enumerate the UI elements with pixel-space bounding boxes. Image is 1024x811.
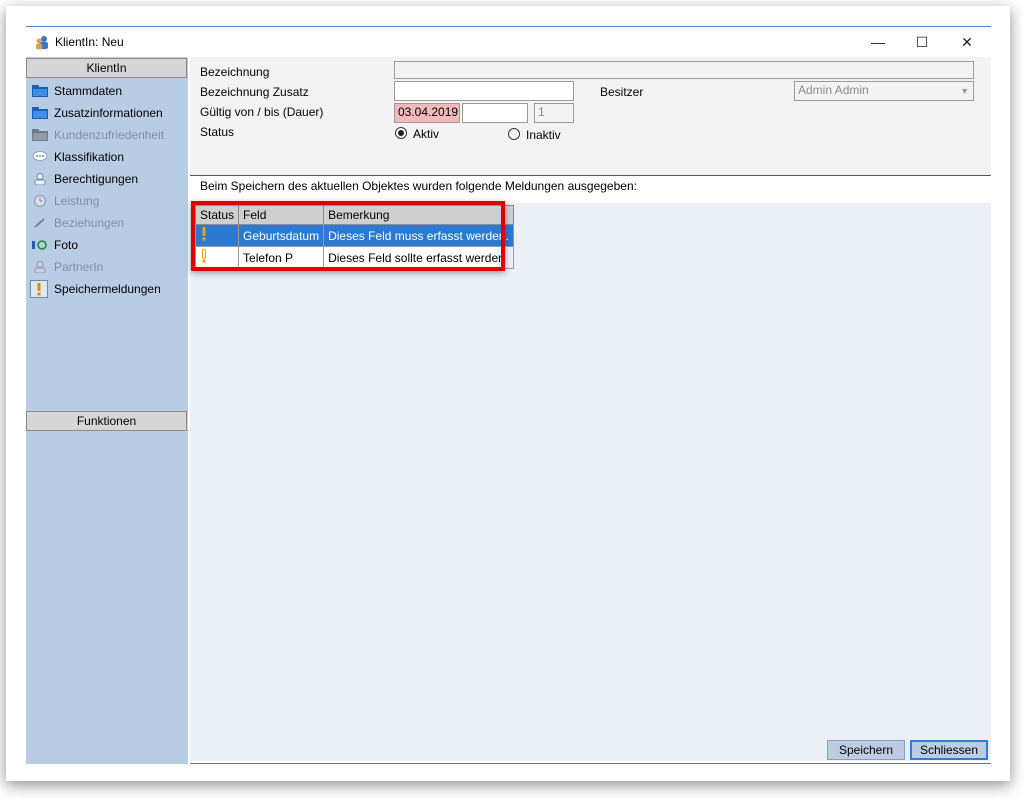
column-header-bemerkung[interactable]: Bemerkung (323, 205, 514, 225)
minimize-button[interactable]: — (864, 32, 892, 52)
sidebar-item-speichermeldungen[interactable]: Speichermeldungen (26, 278, 188, 300)
besitzer-label: Besitzer (600, 85, 644, 99)
radio-selected-dot (398, 130, 404, 136)
divider (190, 175, 991, 176)
besitzer-select[interactable]: Admin Admin ▼ (794, 81, 974, 101)
maximize-button[interactable]: ☐ (908, 32, 936, 52)
sidebar-item-label: Stammdaten (54, 84, 123, 98)
sidebar-item-foto[interactable]: Foto (26, 234, 188, 256)
messages-area: Status Feld Bemerkung Geburtsdatum Diese… (190, 201, 991, 761)
feld-cell: Geburtsdatum (238, 224, 325, 247)
sidebar-item-label: Foto (54, 238, 79, 252)
sidebar-item-stammdaten[interactable]: Stammdaten (26, 80, 188, 102)
sidebar-item-label: Kundenzufriedenheit (54, 128, 165, 142)
sidebar-item-label: Zusatzinformationen (54, 106, 163, 120)
sidebar-item-label: Klassifikation (54, 150, 125, 164)
bezeichnung-field[interactable] (394, 61, 974, 79)
user-icon (34, 261, 46, 273)
feld-cell: Telefon P (238, 246, 325, 269)
chevron-down-icon: ▼ (960, 86, 969, 96)
warning-icon (202, 227, 206, 241)
save-button[interactable]: Speichern (827, 740, 905, 760)
sidebar-item-kundenzufriedenheit[interactable]: Kundenzufriedenheit (26, 124, 188, 146)
table-header-row: Status Feld Bemerkung (194, 205, 514, 225)
table-row[interactable]: Telefon P Dieses Feld sollte erfasst wer… (194, 246, 514, 269)
save-messages-text: Beim Speichern des aktuellen Objektes wu… (200, 179, 637, 193)
camera-icon (32, 240, 47, 250)
bemerkung-cell: Dieses Feld muss erfasst werden. (323, 224, 514, 247)
status-inaktiv-label[interactable]: Inaktiv (526, 128, 561, 142)
close-window-button[interactable]: ✕ (953, 32, 981, 52)
sidebar-item-label: PartnerIn (54, 260, 104, 274)
client-app-icon (36, 36, 48, 50)
speech-bubble-icon (32, 151, 48, 161)
bemerkung-cell: Dieses Feld sollte erfasst werden (323, 246, 514, 269)
folder-icon (32, 107, 48, 119)
sidebar-item-label: Leistung (54, 194, 100, 208)
pencil-icon (34, 218, 45, 228)
sidebar-item-berechtigungen[interactable]: Berechtigungen (26, 168, 188, 190)
sidebar-item-label: Speichermeldungen (54, 282, 161, 296)
sidebar-item-klassifikation[interactable]: Klassifikation (26, 146, 188, 168)
sidebar-section-header-funktionen[interactable]: Funktionen (26, 411, 187, 431)
besitzer-value: Admin Admin (798, 83, 869, 97)
bezeichnung-zusatz-label: Bezeichnung Zusatz (200, 85, 309, 99)
bottom-divider (190, 763, 991, 764)
folder-icon (32, 85, 48, 97)
gueltig-von-field[interactable]: 03.04.2019 (394, 103, 460, 123)
column-header-status[interactable]: Status (194, 205, 240, 225)
title-bar: KlientIn: Neu — ☐ ✕ (26, 27, 991, 57)
sidebar: KlientIn Stammdaten Zusatzinformationen … (26, 57, 188, 764)
status-cell (194, 224, 240, 247)
dauer-field[interactable]: 1 (534, 103, 574, 123)
sidebar-item-beziehungen[interactable]: Beziehungen (26, 212, 188, 234)
sidebar-item-label: Berechtigungen (54, 172, 139, 186)
status-label: Status (200, 125, 235, 139)
sidebar-item-partnerin[interactable]: PartnerIn (26, 256, 188, 278)
user-icon (34, 173, 46, 185)
messages-grid: Status Feld Bemerkung Geburtsdatum Diese… (191, 201, 514, 271)
status-cell (194, 246, 240, 269)
dialog-window: KlientIn: Neu — ☐ ✕ KlientIn Stammdaten … (26, 26, 991, 764)
status-aktiv-label[interactable]: Aktiv (413, 127, 439, 141)
sidebar-item-label: Beziehungen (54, 216, 125, 230)
form-area: Bezeichnung Bezeichnung Zusatz Besitzer … (190, 57, 991, 175)
sidebar-item-leistung[interactable]: Leistung (26, 190, 188, 212)
warning-icon (30, 280, 48, 298)
bezeichnung-label: Bezeichnung (200, 65, 270, 79)
close-button[interactable]: Schliessen (910, 740, 988, 760)
gueltig-label: Gültig von / bis (Dauer) (200, 105, 324, 119)
sidebar-item-zusatzinformationen[interactable]: Zusatzinformationen (26, 102, 188, 124)
clock-icon (34, 195, 46, 207)
status-inaktiv-radio[interactable] (508, 128, 520, 140)
main-panel: Bezeichnung Bezeichnung Zusatz Besitzer … (190, 57, 991, 764)
status-aktiv-radio[interactable] (395, 127, 407, 139)
folder-icon (32, 129, 48, 141)
sidebar-section-header-klientin[interactable]: KlientIn (26, 58, 187, 78)
column-header-feld[interactable]: Feld (238, 205, 325, 225)
messages-table: Status Feld Bemerkung Geburtsdatum Diese… (194, 205, 514, 269)
bezeichnung-zusatz-field[interactable] (394, 81, 574, 101)
gueltig-bis-field[interactable] (462, 103, 528, 123)
warning-icon (202, 248, 206, 263)
table-row[interactable]: Geburtsdatum Dieses Feld muss erfasst we… (194, 224, 514, 247)
window-title: KlientIn: Neu (55, 35, 124, 49)
